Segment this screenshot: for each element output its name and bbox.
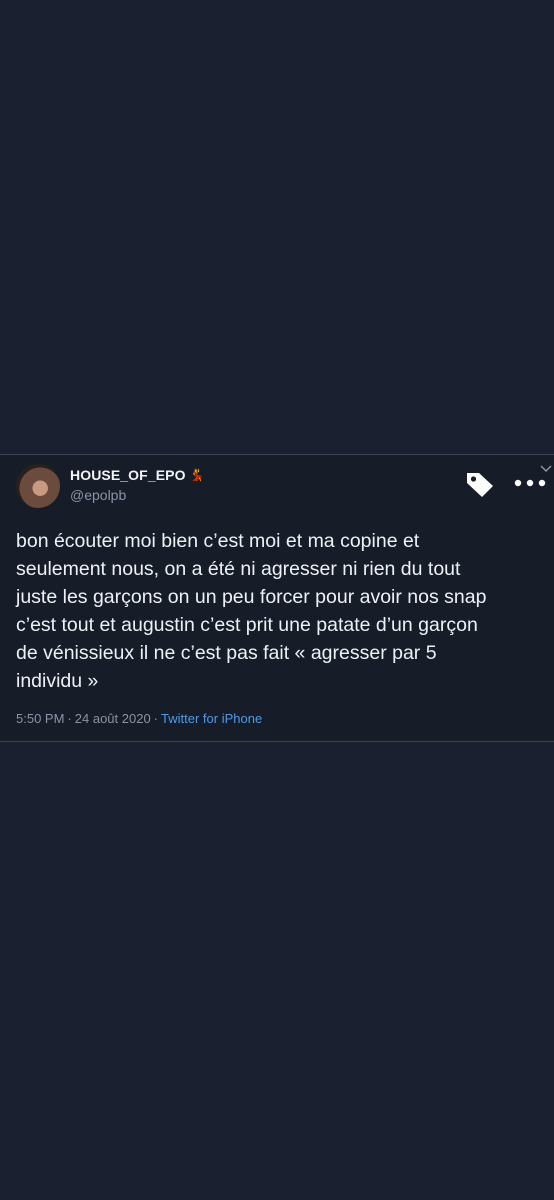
tweet-date[interactable]: 24 août 2020 bbox=[75, 711, 151, 726]
tweet-card[interactable]: HOUSE_OF_EPO 💃 @epolpb bon écouter moi b… bbox=[0, 454, 554, 742]
chevron-down-icon[interactable] bbox=[540, 465, 552, 473]
meta-separator: · bbox=[153, 711, 159, 726]
tweet-text: bon écouter moi bien c’est moi et ma cop… bbox=[16, 530, 487, 692]
display-name[interactable]: HOUSE_OF_EPO bbox=[70, 467, 186, 483]
tweet-source-link[interactable]: Twitter for iPhone bbox=[161, 711, 262, 726]
user-handle[interactable]: @epolpb bbox=[70, 487, 126, 503]
screenshot-page: HOUSE_OF_EPO 💃 @epolpb bon écouter moi b… bbox=[0, 0, 554, 1200]
name-row: HOUSE_OF_EPO 💃 bbox=[70, 467, 205, 483]
meta-separator: · bbox=[67, 711, 72, 726]
dancer-emoji-icon: 💃 bbox=[189, 468, 205, 482]
tag-icon[interactable] bbox=[464, 469, 496, 499]
avatar[interactable] bbox=[16, 464, 60, 508]
tweet-meta: 5:50 PM · 24 août 2020 · Twitter for iPhone bbox=[16, 711, 262, 726]
more-options-icon[interactable] bbox=[512, 475, 548, 491]
tweet-time[interactable]: 5:50 PM bbox=[16, 711, 64, 726]
